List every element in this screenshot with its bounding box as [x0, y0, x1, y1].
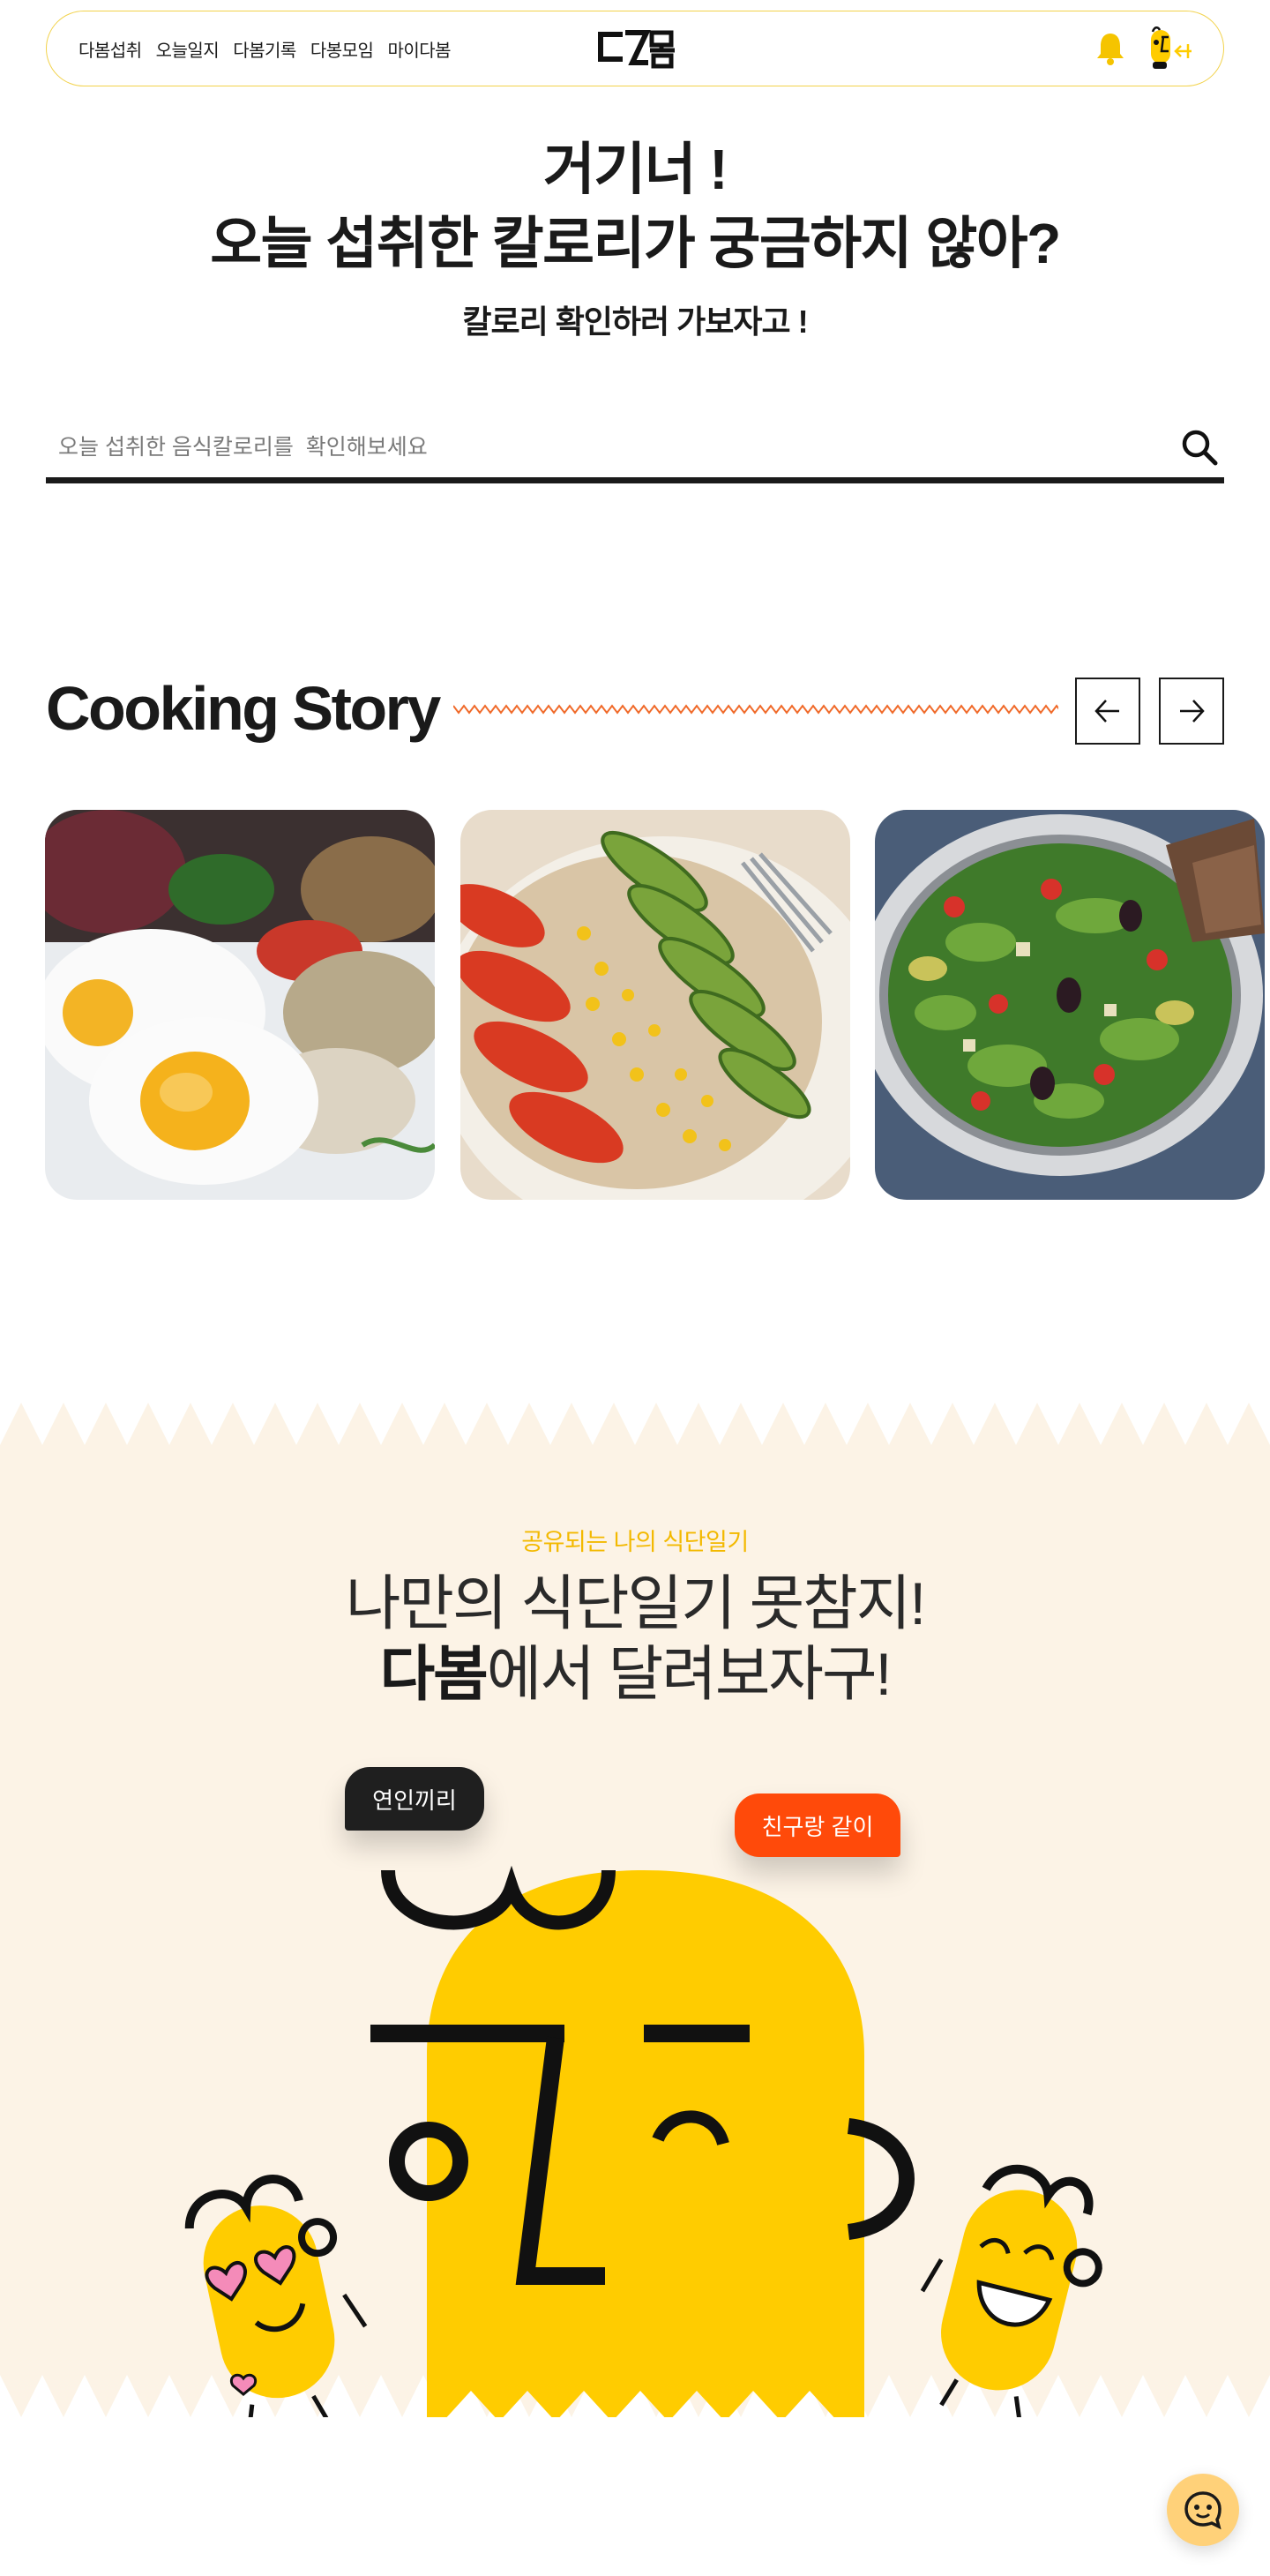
chat-bot-icon — [1184, 2491, 1221, 2530]
hero-line-1: 거기너 ! — [542, 138, 728, 201]
heart-eye-character — [184, 2175, 368, 2417]
header-actions — [1094, 24, 1197, 73]
carousel-prev-button[interactable] — [1075, 678, 1140, 745]
green-salad-image — [875, 810, 1265, 1200]
cooking-story-title: Cooking Story — [46, 674, 441, 743]
laughing-character — [920, 2164, 1102, 2417]
arrow-right-icon — [1180, 700, 1205, 723]
calorie-search-input[interactable] — [58, 425, 1152, 469]
zigzag-divider — [453, 704, 1058, 715]
nav-item-dabom-record[interactable]: 다봄기록 — [233, 36, 296, 62]
couple-bubble-button[interactable]: 연인끼리 — [345, 1767, 484, 1831]
hero-headline: 거기너 ! 오늘 섭취한 칼로리가 궁금하지 않아? — [0, 132, 1270, 281]
bell-icon[interactable] — [1094, 31, 1126, 66]
nav-item-dabom-intake[interactable]: 다봄섭취 — [78, 36, 142, 62]
dabom-logo[interactable] — [594, 24, 678, 73]
main-character — [370, 1865, 915, 2417]
story-card-green-salad[interactable] — [875, 810, 1265, 1200]
nav-item-today-log[interactable]: 오늘일지 — [156, 36, 220, 62]
dabom-characters-illustration — [184, 1865, 1102, 2417]
search-icon — [1182, 430, 1218, 465]
calorie-search-bar — [46, 415, 1224, 483]
diary-kicker: 공유되는 나의 식단일기 — [521, 1529, 749, 1555]
tomato-avocado-image — [460, 810, 850, 1200]
nav-item-my-dabom[interactable]: 마이다봄 — [387, 36, 451, 62]
diary-headline-1: 나만의 식단일기 못참지! — [345, 1570, 926, 1637]
fried-eggs-image — [45, 810, 435, 1200]
hero-line-2: 오늘 섭취한 칼로리가 궁금하지 않아? — [210, 212, 1061, 275]
chat-bot-button[interactable] — [1167, 2474, 1239, 2546]
search-button[interactable] — [1178, 427, 1221, 469]
diary-headline-2: 다봄에서 달려보자구! — [0, 1639, 1270, 1710]
story-card-fried-eggs[interactable] — [45, 810, 435, 1200]
arrow-left-icon — [1094, 700, 1119, 723]
main-nav: 다봄섭취 오늘일지 다봄기록 다봉모임 마이다봄 — [78, 11, 452, 86]
diary-headline-2-rest: 에서 달려보자구! — [486, 1641, 893, 1708]
story-card-tomato-avocado[interactable] — [460, 810, 850, 1200]
friend-bubble-button[interactable]: 친구랑 같이 — [735, 1793, 900, 1857]
hero-subtitle: 칼로리 확인하러 가보자고 ! — [462, 303, 808, 340]
diary-brand: 다봄 — [379, 1641, 489, 1708]
nav-item-dabong-meetup[interactable]: 다봉모임 — [310, 36, 374, 62]
user-character-icon[interactable] — [1146, 25, 1197, 72]
top-nav-bar: 다봄섭취 오늘일지 다봄기록 다봉모임 마이다봄 — [46, 11, 1224, 86]
carousel-next-button[interactable] — [1159, 678, 1224, 745]
